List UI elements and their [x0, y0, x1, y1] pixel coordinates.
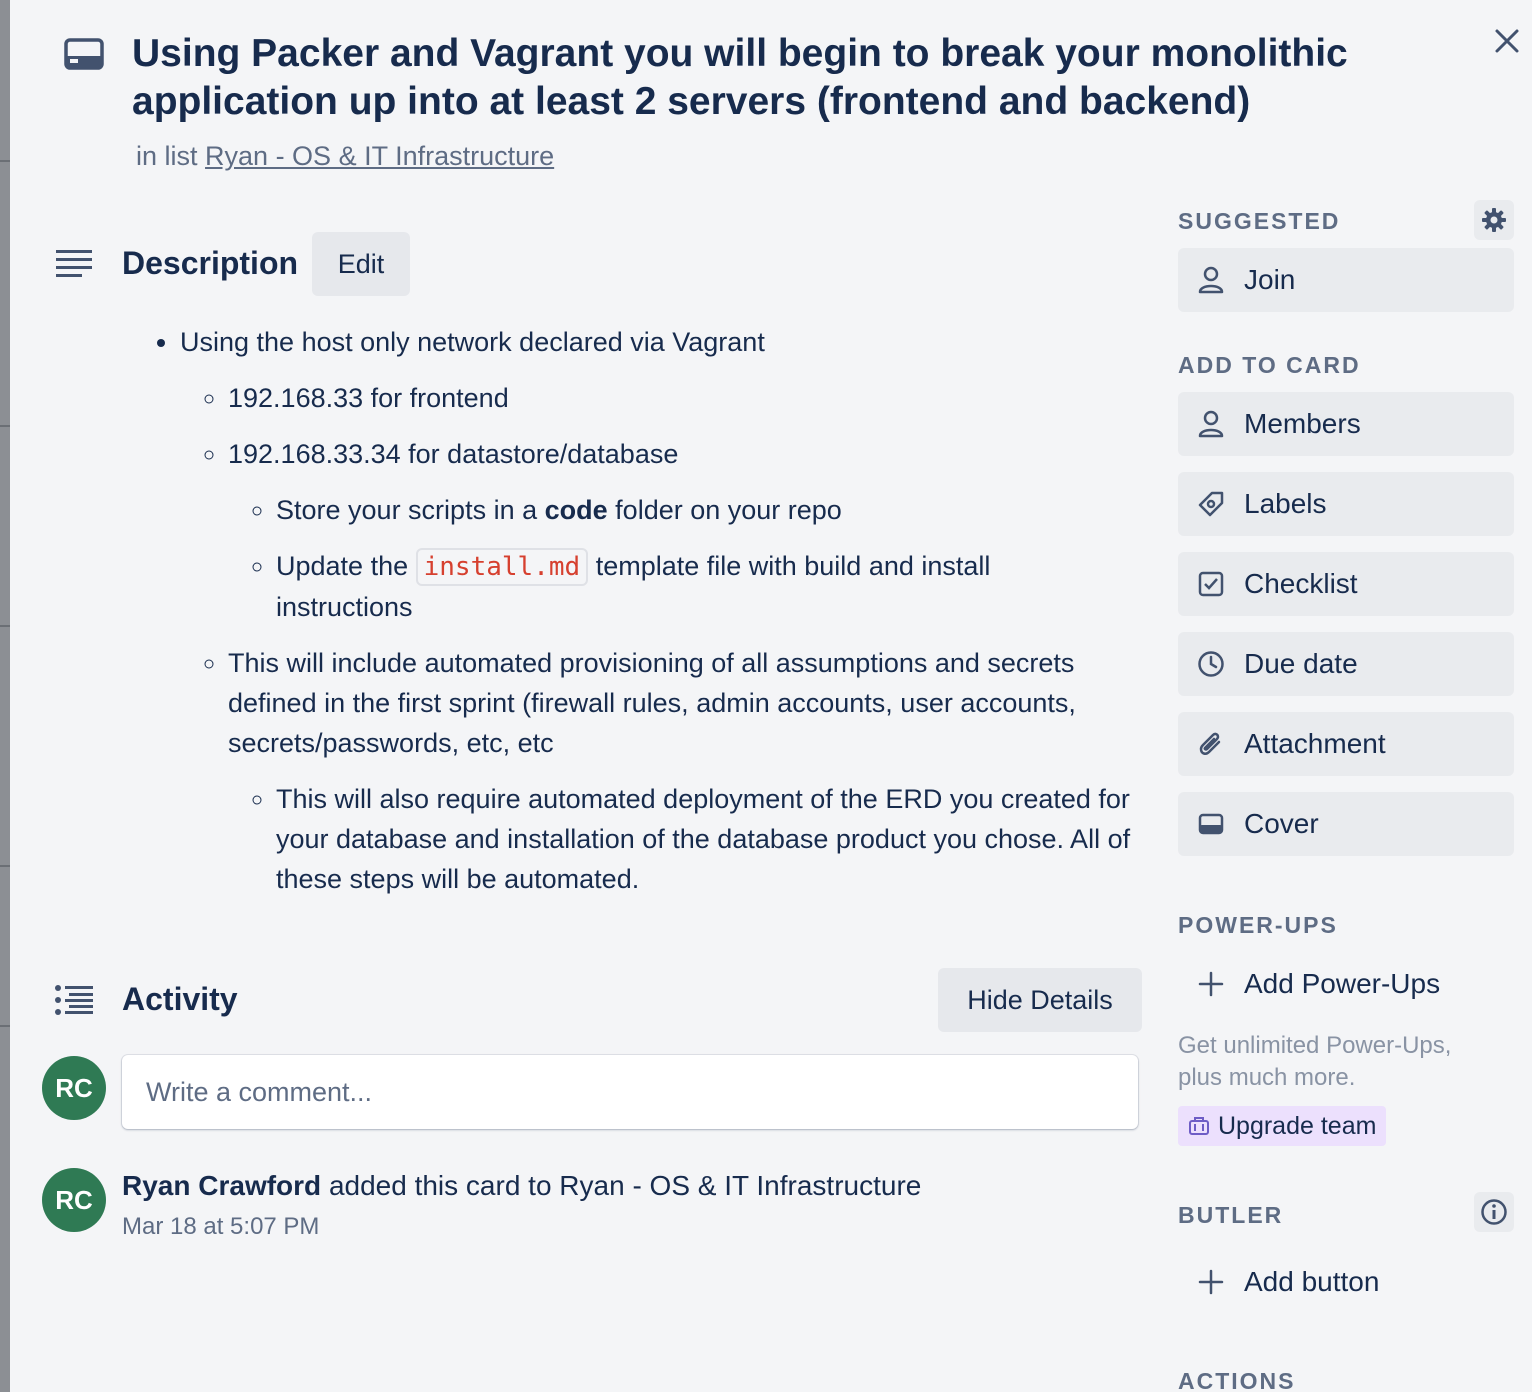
activity-entry: Ryan Crawford added this card to Ryan - …: [122, 1170, 921, 1202]
paperclip-icon: [1196, 729, 1226, 759]
gear-icon: [1482, 208, 1506, 232]
checkbox-icon: [1196, 569, 1226, 599]
list-item: Using the host only network declared via…: [180, 322, 1132, 899]
person-icon: [1196, 265, 1226, 295]
activity-text: added this card to Ryan - OS & IT Infras…: [328, 1170, 922, 1201]
close-icon: [1495, 29, 1519, 53]
list-item: 192.168.33 for frontend: [228, 378, 1132, 418]
description-body: Using the host only network declared via…: [132, 322, 1132, 915]
close-button[interactable]: [1484, 18, 1530, 64]
powerups-label: POWER-UPS: [1178, 912, 1338, 938]
join-button[interactable]: Join: [1178, 248, 1514, 312]
activity-timestamp[interactable]: Mar 18 at 5:07 PM: [122, 1213, 319, 1241]
clock-icon: [1196, 649, 1226, 679]
list-item: Store your scripts in a code folder on y…: [276, 490, 1132, 530]
list-item: This will include automated provisioning…: [228, 643, 1132, 899]
cover-button[interactable]: Cover: [1178, 792, 1514, 856]
activity-icon: [54, 984, 96, 1021]
plus-icon: [1196, 969, 1226, 999]
labels-button[interactable]: Labels: [1178, 472, 1514, 536]
briefcase-icon: [1188, 1116, 1210, 1136]
activity-user[interactable]: Ryan Crawford: [122, 1170, 321, 1201]
add-butler-button[interactable]: Add button: [1178, 1252, 1514, 1312]
info-icon: [1481, 1199, 1507, 1225]
due-date-button[interactable]: Due date: [1178, 632, 1514, 696]
comment-box[interactable]: [122, 1055, 1138, 1129]
members-button[interactable]: Members: [1178, 392, 1514, 456]
avatar[interactable]: RC: [42, 1168, 106, 1232]
cover-icon: [1196, 809, 1226, 839]
description-heading: Description: [122, 245, 299, 281]
bold-text: code: [544, 495, 608, 525]
description-icon: [54, 248, 94, 283]
edit-description-button[interactable]: Edit: [312, 232, 410, 296]
card-icon: [64, 38, 104, 75]
list-item: This will also require automated deploym…: [276, 779, 1132, 899]
avatar[interactable]: RC: [42, 1056, 106, 1120]
powerups-promo-text: Get unlimited Power-Ups, plus much more.: [1178, 1032, 1452, 1091]
actions-label: ACTIONS: [1178, 1368, 1296, 1392]
in-list-prefix: in list: [136, 141, 198, 171]
suggested-label: SUGGESTED: [1178, 208, 1341, 234]
person-icon: [1196, 409, 1226, 439]
card-detail-modal: Using Packer and Vagrant you will begin …: [10, 0, 1532, 1392]
attachment-button[interactable]: Attachment: [1178, 712, 1514, 776]
add-to-card-label: ADD TO CARD: [1178, 352, 1361, 378]
list-item: 192.168.33.34 for datastore/database Sto…: [228, 434, 1132, 627]
hide-details-button[interactable]: Hide Details: [938, 968, 1142, 1032]
board-backdrop: [0, 0, 10, 1392]
list-item: Update the install.md template file with…: [276, 546, 1132, 627]
card-title[interactable]: Using Packer and Vagrant you will begin …: [132, 30, 1392, 126]
checklist-button[interactable]: Checklist: [1178, 552, 1514, 616]
plus-icon: [1196, 1267, 1226, 1297]
list-link[interactable]: Ryan - OS & IT Infrastructure: [205, 141, 554, 171]
add-powerups-button[interactable]: Add Power-Ups: [1178, 954, 1514, 1014]
activity-heading: Activity: [122, 981, 238, 1017]
upgrade-team-button[interactable]: Upgrade team: [1178, 1106, 1386, 1146]
inline-code: install.md: [415, 548, 589, 586]
tag-icon: [1196, 489, 1226, 519]
comment-input[interactable]: [146, 1076, 1138, 1108]
list-breadcrumb: in list Ryan - OS & IT Infrastructure: [136, 138, 554, 174]
butler-info-button[interactable]: [1474, 1192, 1514, 1232]
butler-label: BUTLER: [1178, 1202, 1284, 1228]
suggested-settings-button[interactable]: [1474, 200, 1514, 240]
